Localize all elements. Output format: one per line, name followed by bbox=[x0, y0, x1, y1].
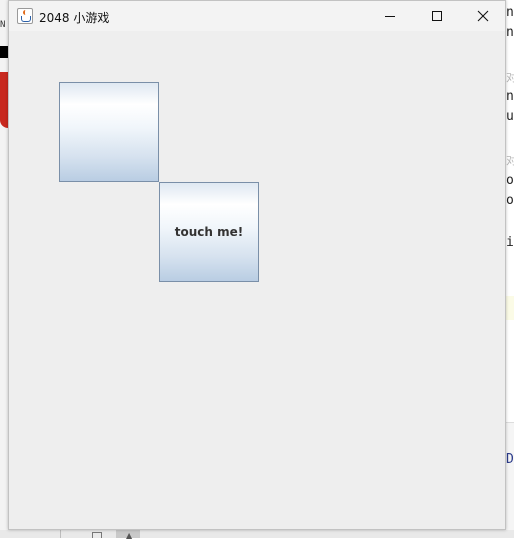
background-code-line: i bbox=[506, 235, 514, 250]
background-bar bbox=[0, 46, 8, 58]
background-code-line: D bbox=[506, 452, 514, 467]
close-button[interactable] bbox=[460, 1, 506, 31]
minimize-button[interactable] bbox=[367, 1, 413, 31]
background-comment: 对 bbox=[506, 154, 514, 167]
title-bar[interactable]: 2048 小游戏 bbox=[9, 1, 505, 31]
background-red-shape bbox=[0, 72, 8, 128]
minimize-icon bbox=[385, 16, 395, 17]
background-taskbar-strip: ▲ bbox=[0, 530, 514, 540]
background-code-line: n bbox=[506, 5, 514, 20]
background-editor-right: n n 对 n u 对 o o i D bbox=[506, 0, 514, 538]
java-coffee-cup-icon[interactable] bbox=[17, 8, 33, 24]
background-tool-button: ▲ bbox=[116, 530, 140, 540]
background-code-line: n bbox=[506, 89, 514, 104]
window-title: 2048 小游戏 bbox=[39, 11, 110, 25]
background-highlight bbox=[506, 296, 514, 320]
background-code-line: o bbox=[506, 173, 514, 188]
background-divider bbox=[60, 530, 61, 538]
maximize-icon bbox=[432, 11, 442, 21]
background-panel bbox=[506, 423, 514, 538]
background-comment: 对 bbox=[506, 71, 514, 84]
app-window: 2048 小游戏 touch me! bbox=[8, 0, 506, 530]
game-panel: touch me! bbox=[9, 31, 505, 529]
background-code-line: o bbox=[506, 193, 514, 208]
background-code-line: n bbox=[506, 25, 514, 40]
maximize-button[interactable] bbox=[414, 1, 460, 31]
background-window-left: N bbox=[0, 0, 8, 538]
background-code-line: u bbox=[506, 109, 514, 124]
touch-me-button[interactable]: touch me! bbox=[159, 182, 259, 282]
close-icon bbox=[477, 10, 489, 22]
tile-button[interactable] bbox=[59, 82, 159, 182]
background-tool-icon bbox=[92, 532, 102, 538]
background-text: N bbox=[0, 20, 6, 30]
